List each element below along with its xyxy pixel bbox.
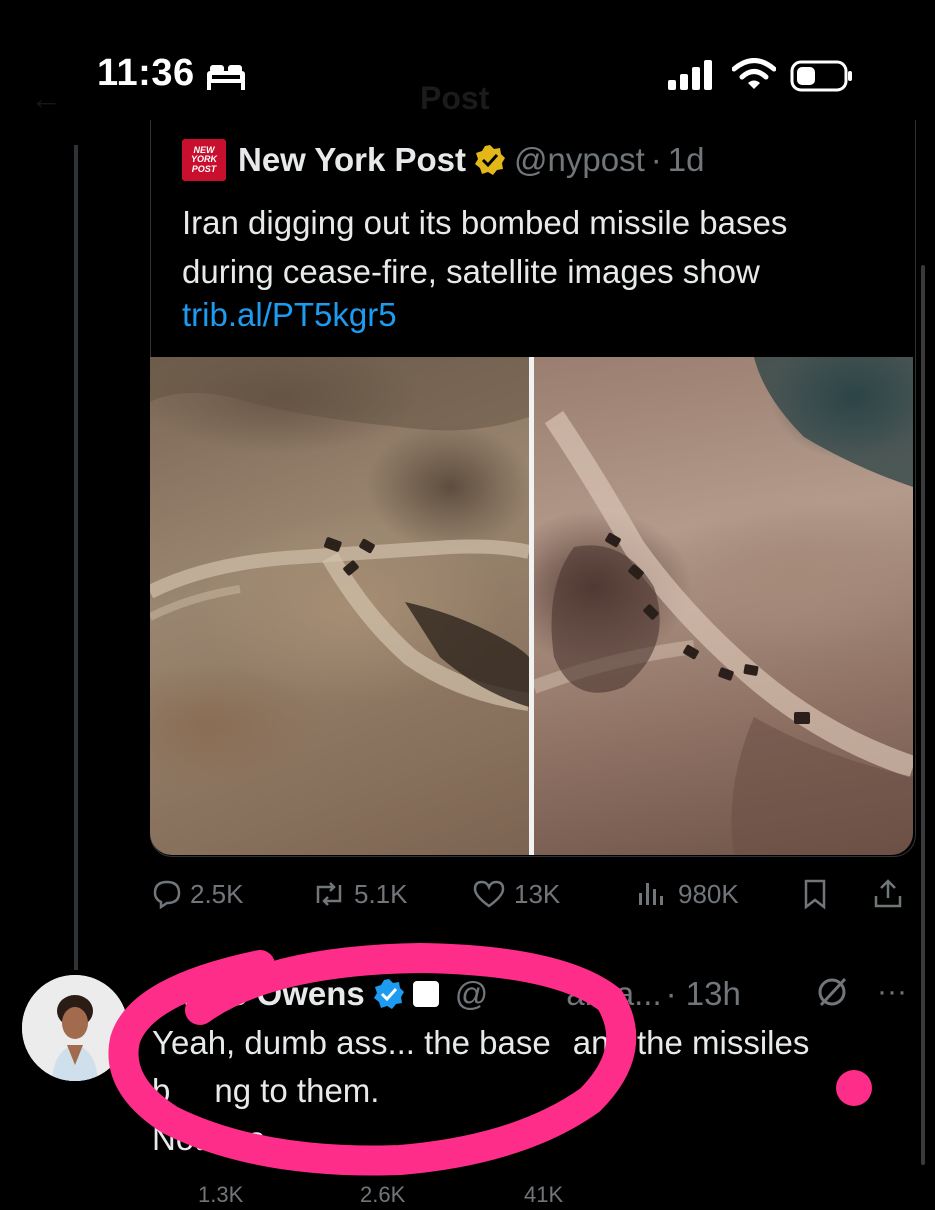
reply-repost-action[interactable]: 2.6K bbox=[312, 1180, 405, 1210]
repost-icon bbox=[316, 882, 342, 906]
reply-post-age: · 13h bbox=[665, 975, 741, 1012]
reply-like-count: 41K bbox=[524, 1182, 564, 1207]
quoted-post-text: Iran digging out its bombed missile base… bbox=[182, 204, 788, 290]
bookmark-icon bbox=[804, 879, 826, 910]
like-count: 13K bbox=[514, 878, 561, 909]
terrain-after-drawing bbox=[534, 357, 913, 855]
reply-action[interactable]: 2.5K bbox=[152, 872, 244, 916]
back-arrow-icon[interactable]: ← bbox=[30, 80, 62, 117]
avatar[interactable] bbox=[22, 975, 128, 1081]
quoted-post-link[interactable]: trib.al/PT5kgr5 bbox=[182, 296, 397, 334]
heart-icon bbox=[473, 880, 505, 908]
reply-repost-count: 2.6K bbox=[360, 1182, 406, 1207]
satellite-image-after[interactable] bbox=[534, 357, 913, 855]
signal-icon bbox=[668, 60, 712, 90]
repost-action[interactable]: 5.1K bbox=[312, 872, 408, 916]
status-time: 11:36 bbox=[97, 52, 195, 94]
reply-author-name[interactable]: ndace Owens bbox=[152, 975, 365, 1013]
reply-reply-count: 1.3K bbox=[198, 1182, 244, 1207]
reply-like-action[interactable]: 41K bbox=[472, 1180, 563, 1210]
reply-handle[interactable]: @ bbox=[455, 975, 489, 1013]
quoted-post-header: NEW YORK POST New York Post @nypost · 1d bbox=[182, 139, 705, 181]
nypost-logo[interactable]: NEW YORK POST bbox=[182, 139, 226, 181]
dot-separator: · bbox=[650, 141, 662, 178]
verified-gold-badge-icon[interactable] bbox=[474, 144, 506, 176]
views-action[interactable]: 980K bbox=[636, 872, 739, 916]
terrain-before-drawing bbox=[150, 357, 529, 711]
reply-text-line3: Not exa bbox=[152, 1120, 266, 1157]
reply-count: 2.5K bbox=[190, 878, 244, 909]
bookmark-button[interactable] bbox=[800, 872, 838, 916]
quoted-handle[interactable]: @nypost bbox=[514, 141, 645, 179]
share-icon bbox=[874, 879, 902, 908]
reply-text-line2: b ng to them. bbox=[152, 1072, 380, 1109]
quoted-author-name[interactable]: New York Post bbox=[238, 141, 466, 179]
status-bar: ← Post 11:36 bbox=[0, 0, 935, 140]
battery-icon bbox=[790, 60, 852, 92]
views-icon bbox=[639, 883, 663, 905]
wifi-icon bbox=[732, 58, 776, 89]
bed-icon bbox=[207, 65, 245, 90]
verified-blue-badge-icon[interactable] bbox=[373, 978, 405, 1010]
satellite-image-before[interactable] bbox=[150, 357, 529, 855]
reply-reply-action[interactable]: 1.3K bbox=[152, 1180, 243, 1210]
scrollbar[interactable] bbox=[921, 265, 925, 1165]
page-title: Post bbox=[420, 80, 490, 116]
comment-icon bbox=[153, 880, 181, 909]
more-options-icon[interactable]: ··· bbox=[877, 975, 907, 1009]
reply-post-header: ndace Owens @ alCa... · 13h bbox=[152, 972, 741, 1016]
annotation-dot bbox=[836, 1070, 872, 1106]
reply-text-line1: Yeah, dumb ass... the base and the missil… bbox=[152, 1024, 810, 1061]
reply-meta-icons: ··· bbox=[815, 975, 907, 1009]
like-action[interactable]: 13K bbox=[472, 872, 560, 916]
repost-count: 5.1K bbox=[354, 878, 408, 909]
quoted-post-age: 1d bbox=[667, 141, 705, 178]
grok-icon[interactable] bbox=[815, 975, 849, 1009]
avatar-portrait bbox=[22, 975, 128, 1081]
share-button[interactable] bbox=[872, 872, 912, 916]
views-count: 980K bbox=[678, 878, 739, 909]
affiliation-badge-icon[interactable] bbox=[412, 981, 439, 1007]
thread-connector-line bbox=[74, 145, 78, 970]
reply-handle-tail[interactable]: alCa... bbox=[566, 975, 661, 1013]
